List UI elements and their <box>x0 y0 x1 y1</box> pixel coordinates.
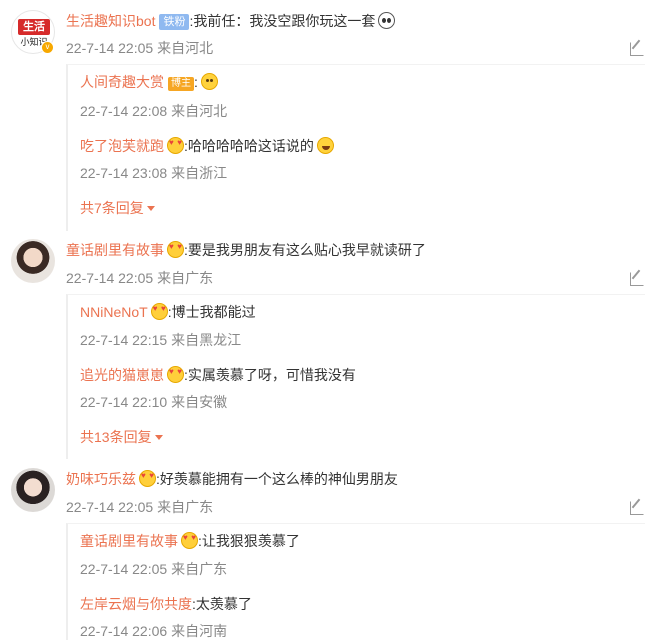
host-badge: 博主 <box>168 77 194 91</box>
more-replies-label: 共13条回复 <box>80 429 152 445</box>
caret-down-icon <box>146 206 155 211</box>
comment-author[interactable]: 童话剧里有故事 <box>66 242 164 258</box>
reply-text: : <box>194 74 198 90</box>
reply-meta: 22-7-14 22:05 来自广东 <box>80 561 228 577</box>
laugh-icon <box>316 137 334 154</box>
reply-text: :博士我都能过 <box>167 304 256 320</box>
heart-eyes-icon <box>181 532 198 549</box>
reply-author[interactable]: 左岸云烟与你共度 <box>80 596 192 612</box>
avatar[interactable] <box>11 239 55 283</box>
avatar-logo-text: 生活 <box>18 19 50 35</box>
heart-eyes-icon <box>167 137 184 154</box>
reply-author[interactable]: 童话剧里有故事 <box>80 533 178 549</box>
reply-list: 人间奇趣大赏博主: 22-7-14 22:08 来自河北 吃了泡芙就跑 :哈哈哈哈… <box>66 64 645 231</box>
reply-author[interactable]: 人间奇趣大赏 <box>80 74 164 90</box>
avatar[interactable] <box>11 468 55 512</box>
comment-meta: 22-7-14 22:05 来自河北 <box>66 40 214 56</box>
reply-text: :让我狠狠羡慕了 <box>198 533 300 549</box>
more-replies-link[interactable]: 共13条回复 <box>80 427 163 447</box>
reply-list: NNiNeNoT :博士我都能过 22-7-14 22:15 来自黑龙江 追光的猫… <box>66 294 645 459</box>
reply-meta: 22-7-14 23:08 来自浙江 <box>80 165 228 181</box>
edit-icon[interactable] <box>630 272 644 286</box>
heart-eyes-icon <box>167 241 184 258</box>
edit-icon[interactable] <box>630 501 644 515</box>
comment-author[interactable]: 生活趣知识bot <box>66 13 155 29</box>
laugh-icon <box>200 73 218 90</box>
comment-text: :我前任：我没空跟你玩这一套 <box>189 13 376 29</box>
reply-text: :哈哈哈哈哈这话说的 <box>184 138 314 154</box>
heart-eyes-icon <box>139 470 156 487</box>
more-replies-label: 共7条回复 <box>80 200 144 216</box>
reply-meta: 22-7-14 22:06 来自河南 <box>80 623 228 639</box>
comment-text: :好羡慕能拥有一个这么棒的神仙男朋友 <box>156 471 398 487</box>
panda-icon <box>378 12 396 29</box>
fan-badge: 铁粉 <box>159 14 190 30</box>
reply-author[interactable]: 追光的猫崽崽 <box>80 367 164 383</box>
comment-meta: 22-7-14 22:05 来自广东 <box>66 270 214 286</box>
edit-icon[interactable] <box>630 42 644 56</box>
comment-text: :要是我男朋友有这么贴心我早就读研了 <box>184 242 426 258</box>
verified-badge-icon: v <box>41 41 54 54</box>
comment-author[interactable]: 奶味巧乐兹 <box>66 471 136 487</box>
reply-list: 童话剧里有故事 :让我狠狠羡慕了 22-7-14 22:05 来自广东 左岸云烟与… <box>66 523 645 640</box>
reply-meta: 22-7-14 22:10 来自安徽 <box>80 394 228 410</box>
reply-meta: 22-7-14 22:15 来自黑龙江 <box>80 332 242 348</box>
reply-author[interactable]: NNiNeNoT <box>80 304 148 320</box>
reply-text: :实属羡慕了呀，可惜我没有 <box>184 367 356 383</box>
more-replies-link[interactable]: 共7条回复 <box>80 198 155 218</box>
heart-eyes-icon <box>167 366 184 383</box>
reply-text: :太羡慕了 <box>192 596 252 612</box>
comment-meta: 22-7-14 22:05 来自广东 <box>66 499 214 515</box>
heart-eyes-icon <box>150 303 168 320</box>
reply-meta: 22-7-14 22:08 来自河北 <box>80 103 228 119</box>
caret-down-icon <box>154 435 163 440</box>
reply-author[interactable]: 吃了泡芙就跑 <box>80 138 164 154</box>
